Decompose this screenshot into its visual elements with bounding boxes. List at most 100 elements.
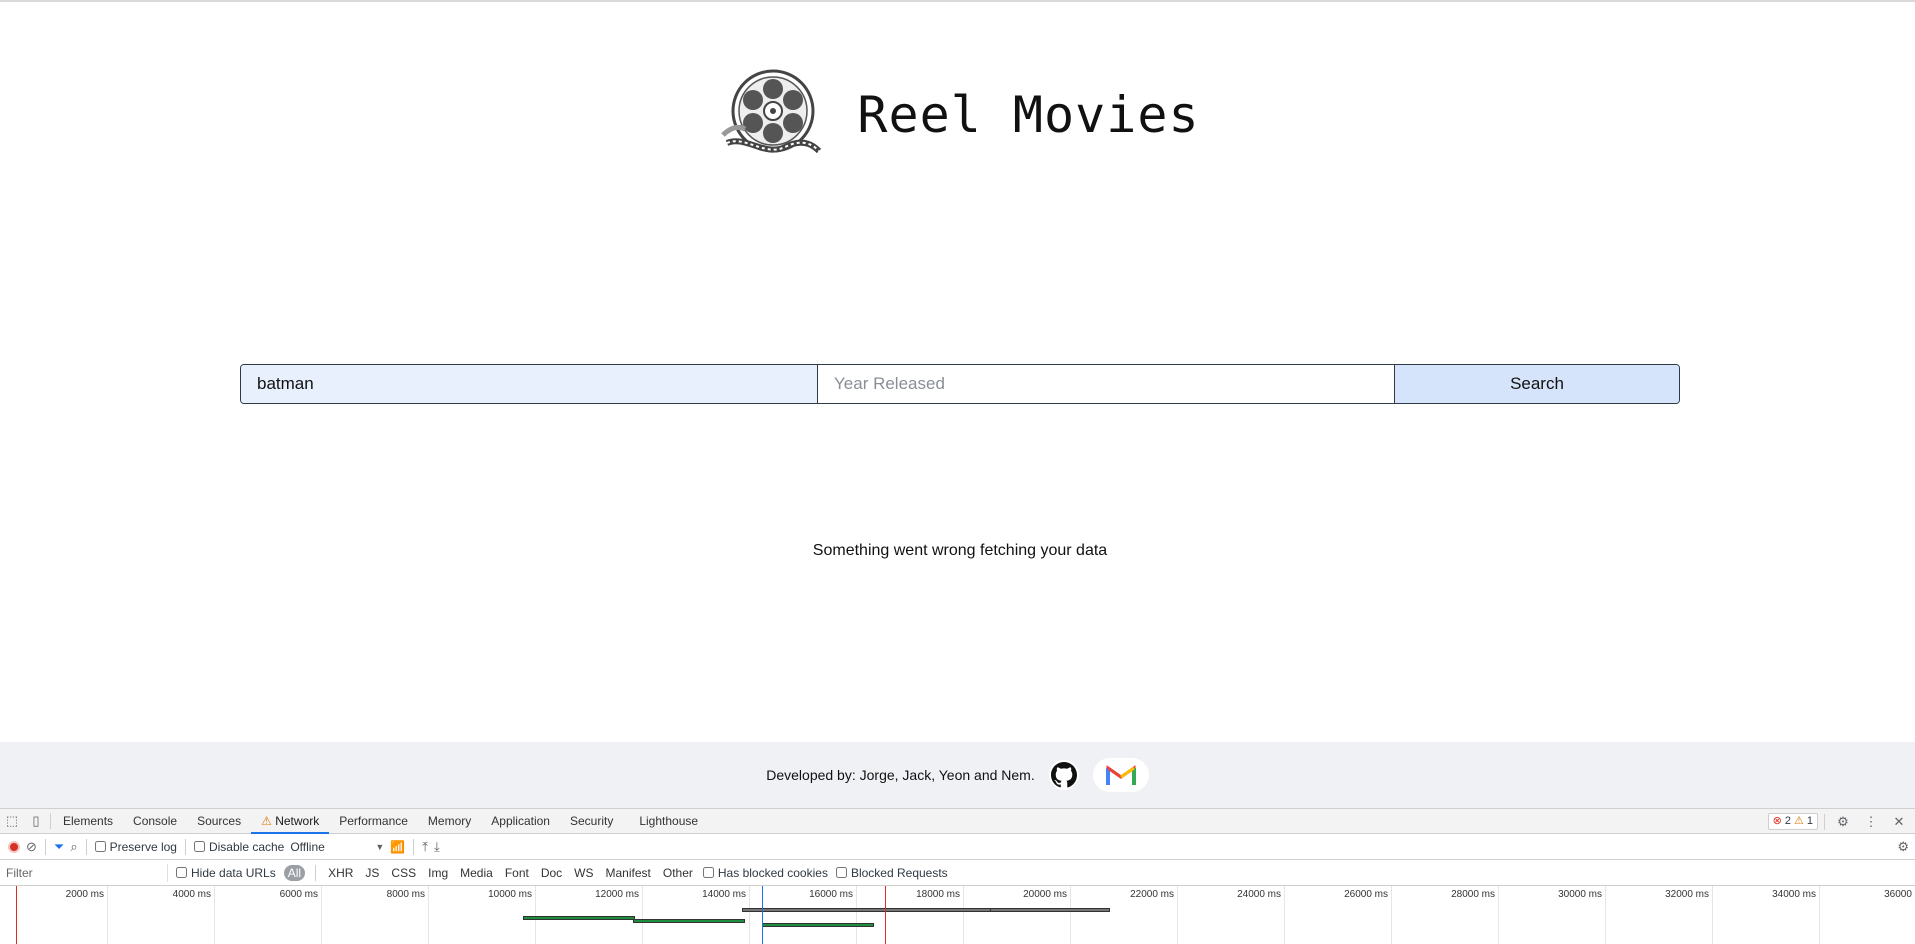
timeline-gridline (1498, 886, 1499, 944)
year-released-input[interactable] (818, 365, 1395, 403)
timeline-tick-label: 10000 ms (488, 889, 532, 900)
timeline-tick-label: 28000 ms (1451, 889, 1495, 900)
import-har-icon[interactable]: ⤒ (422, 839, 428, 855)
network-timeline-overview[interactable]: 2000 ms 4000 ms 6000 ms 8000 ms 10000 ms 1200… (0, 886, 1915, 944)
request-bar (762, 923, 874, 927)
preserve-log-checkbox[interactable]: Preserve log (94, 839, 177, 854)
filter-type-xhr[interactable]: XHR (326, 866, 355, 880)
app-header: Reel Movies (0, 65, 1915, 165)
divider (413, 838, 415, 855)
tab-network[interactable]: ⚠ Network (251, 809, 330, 834)
gmail-icon[interactable] (1092, 758, 1149, 792)
warning-icon: ⚠ (1794, 815, 1804, 827)
error-icon: ⊗ (1772, 815, 1782, 827)
divider (184, 838, 186, 855)
disable-cache-label: Disable cache (208, 839, 285, 854)
filter-type-media[interactable]: Media (458, 866, 495, 880)
divider (315, 864, 317, 881)
filter-type-img[interactable]: Img (426, 866, 450, 880)
hide-data-urls-checkbox[interactable]: Hide data URLs (176, 866, 276, 880)
network-conditions-icon[interactable]: 📶 (390, 840, 405, 854)
timeline-tick-label: 22000 ms (1130, 889, 1174, 900)
timeline-gridline (214, 886, 215, 944)
timeline-gridline (1819, 886, 1820, 944)
hide-data-urls-input[interactable] (176, 867, 187, 878)
request-bar (633, 919, 745, 923)
more-options-icon[interactable]: ⋮ (1859, 809, 1883, 834)
settings-gear-icon[interactable]: ⚙ (1831, 809, 1855, 834)
timeline-marker-line (762, 886, 763, 944)
tab-lighthouse[interactable]: Lighthouse (623, 809, 708, 834)
device-toolbar-icon[interactable]: ▯ (24, 809, 48, 834)
film-reel-icon (721, 69, 822, 154)
disable-cache-checkbox[interactable]: Disable cache (193, 839, 285, 854)
disable-cache-input[interactable] (193, 841, 205, 852)
devtools-right-controls: ⊗ 2 ⚠ 1 ⚙ ⋮ ✕ (1767, 809, 1915, 834)
clear-icon[interactable]: ⊘ (26, 839, 37, 855)
app-footer: Developed by: Jorge, Jack, Yeon and Nem. (0, 742, 1915, 808)
filter-type-manifest[interactable]: Manifest (604, 866, 653, 880)
timeline-gridline (749, 886, 750, 944)
request-bar (523, 916, 635, 920)
filter-type-other[interactable]: Other (661, 866, 695, 880)
timeline-tick-label: 16000 ms (809, 889, 853, 900)
tab-memory[interactable]: Memory (418, 809, 481, 834)
filter-type-font[interactable]: Font (503, 866, 531, 880)
devtools-tabbar: ⬚ ▯ Elements Console Sources ⚠ Network P… (0, 809, 1915, 834)
github-icon[interactable] (1048, 760, 1079, 790)
timeline-tick-label: 6000 ms (279, 889, 318, 900)
tab-elements[interactable]: Elements (53, 809, 123, 834)
timeline-tick-label: 34000 ms (1772, 889, 1816, 900)
timeline-tick-label: 14000 ms (702, 889, 746, 900)
timeline-gridline (856, 886, 857, 944)
network-settings-icon[interactable]: ⚙ (1897, 839, 1909, 855)
title-search-input[interactable] (241, 365, 818, 403)
preserve-log-label: Preserve log (109, 839, 177, 854)
tab-security[interactable]: Security (560, 809, 623, 834)
timeline-gridline (1712, 886, 1713, 944)
filter-type-css[interactable]: CSS (389, 866, 418, 880)
timeline-gridline (1391, 886, 1392, 944)
divider (85, 838, 87, 855)
divider (44, 838, 46, 855)
app-page: Reel Movies Search Something went wrong … (0, 0, 1915, 742)
tab-performance[interactable]: Performance (329, 809, 418, 834)
timeline-tick-label: 2000 ms (65, 889, 104, 900)
has-blocked-cookies-checkbox[interactable]: Has blocked cookies (702, 865, 828, 880)
network-filter-bar: Hide data URLs All XHR JS CSS Img Media … (0, 860, 1915, 886)
issues-badge[interactable]: ⊗ 2 ⚠ 1 (1767, 813, 1818, 830)
tab-sources[interactable]: Sources (187, 809, 251, 834)
search-form: Search (240, 364, 1680, 404)
close-devtools-icon[interactable]: ✕ (1887, 809, 1911, 834)
preserve-log-input[interactable] (94, 841, 106, 852)
search-icon[interactable]: ⌕ (70, 839, 77, 855)
filter-type-all[interactable]: All (283, 864, 306, 881)
filter-funnel-icon[interactable]: ⏷ (54, 839, 64, 855)
filter-type-ws[interactable]: WS (572, 866, 595, 880)
filter-input[interactable] (0, 863, 168, 882)
timeline-tick-label: 20000 ms (1023, 889, 1067, 900)
tab-console[interactable]: Console (123, 809, 187, 834)
export-har-icon[interactable]: ⤓ (434, 839, 440, 855)
timeline-gridline (107, 886, 108, 944)
has-blocked-cookies-input[interactable] (702, 867, 714, 878)
blocked-requests-checkbox[interactable]: Blocked Requests (835, 866, 948, 880)
search-button[interactable]: Search (1395, 365, 1679, 403)
throttling-select[interactable]: Offline ▼ (290, 840, 384, 854)
has-blocked-cookies-label: Has blocked cookies (717, 865, 828, 880)
filter-type-doc[interactable]: Doc (539, 866, 564, 880)
hide-data-urls-label: Hide data URLs (191, 865, 276, 880)
timeline-marker-line (16, 886, 17, 944)
timeline-tick-label: 32000 ms (1665, 889, 1709, 900)
record-icon[interactable] (8, 840, 20, 853)
divider (50, 813, 51, 829)
timeline-tick-label: 24000 ms (1237, 889, 1281, 900)
blocked-requests-input[interactable] (835, 867, 847, 878)
inspect-element-icon[interactable]: ⬚ (0, 809, 24, 834)
filter-type-js[interactable]: JS (363, 866, 381, 880)
divider (1824, 813, 1825, 830)
tab-application[interactable]: Application (481, 809, 560, 834)
timeline-tick-label: 30000 ms (1558, 889, 1602, 900)
timeline-tick-label: 4000 ms (172, 889, 211, 900)
timeline-gridline (1070, 886, 1071, 944)
